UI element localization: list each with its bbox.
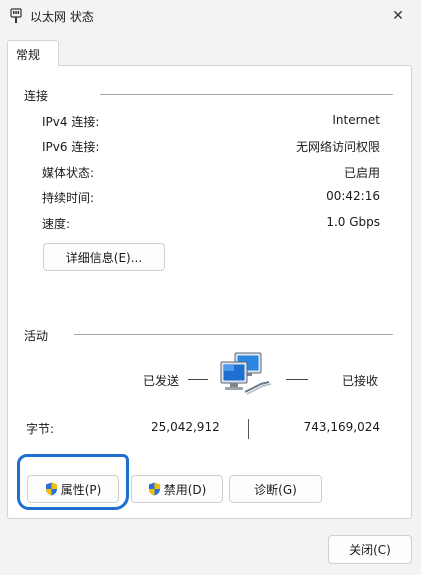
connection-section-title: 连接 xyxy=(24,89,49,103)
received-label: 已接收 xyxy=(342,374,379,388)
uac-shield-icon xyxy=(45,482,57,496)
duration-label: 持续时间: xyxy=(42,191,95,205)
sent-label: 已发送 xyxy=(143,374,180,388)
connection-divider xyxy=(100,94,393,95)
close-button[interactable]: 关闭(C) xyxy=(328,535,412,564)
disable-button-label: 禁用(D) xyxy=(163,482,207,497)
ethernet-icon xyxy=(10,8,22,23)
media-state-value: 已启用 xyxy=(343,166,380,180)
media-state-label: 媒体状态: xyxy=(42,166,95,180)
details-button[interactable]: 详细信息(E)... xyxy=(43,243,165,271)
close-icon: ✕ xyxy=(392,8,404,24)
bytes-label: 字节: xyxy=(26,422,55,436)
bytes-received-value: 743,169,024 xyxy=(303,420,380,434)
activity-divider xyxy=(74,334,393,335)
ipv6-label: IPv6 连接: xyxy=(42,140,100,154)
general-panel: 连接 IPv4 连接: Internet IPv6 连接: 无网络访问权限 媒体… xyxy=(7,65,412,519)
bytes-sent-value: 25,042,912 xyxy=(151,420,220,434)
ipv4-value: Internet xyxy=(332,113,380,127)
properties-button[interactable]: 属性(P) xyxy=(27,475,119,503)
properties-button-label: 属性(P) xyxy=(60,482,102,497)
speed-value: 1.0 Gbps xyxy=(326,215,380,229)
tab-general[interactable]: 常规 xyxy=(7,40,59,66)
disable-button[interactable]: 禁用(D) xyxy=(131,475,223,503)
ipv6-value: 无网络访问权限 xyxy=(295,140,380,154)
speed-label: 速度: xyxy=(42,217,71,231)
bytes-separator xyxy=(248,419,249,439)
duration-value: 00:42:16 xyxy=(326,189,380,203)
diagnose-button[interactable]: 诊断(G) xyxy=(229,475,322,503)
sent-dash xyxy=(188,379,208,380)
ipv4-label: IPv4 连接: xyxy=(42,115,100,129)
uac-shield-icon xyxy=(148,482,160,496)
received-dash xyxy=(286,379,308,380)
activity-section-title: 活动 xyxy=(24,329,49,343)
window-title: 以太网 状态 xyxy=(30,10,94,24)
network-computers-icon xyxy=(220,352,272,395)
title-bar: 以太网 状态 ✕ xyxy=(0,0,421,32)
window-close-button[interactable]: ✕ xyxy=(375,0,421,32)
